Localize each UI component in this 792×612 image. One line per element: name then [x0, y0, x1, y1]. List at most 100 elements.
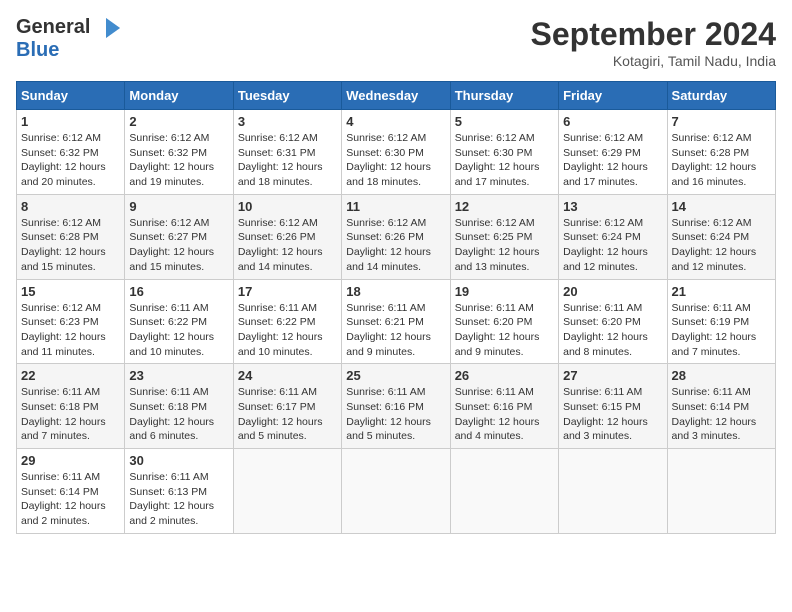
- day-info: Sunrise: 6:11 AMSunset: 6:16 PMDaylight:…: [346, 385, 445, 444]
- calendar-cell: 26 Sunrise: 6:11 AMSunset: 6:16 PMDayligh…: [450, 364, 558, 449]
- day-number: 5: [455, 114, 554, 129]
- day-number: 8: [21, 199, 120, 214]
- day-info: Sunrise: 6:11 AMSunset: 6:22 PMDaylight:…: [238, 301, 337, 360]
- day-number: 21: [672, 284, 771, 299]
- day-info: Sunrise: 6:12 AMSunset: 6:29 PMDaylight:…: [563, 131, 662, 190]
- day-info: Sunrise: 6:11 AMSunset: 6:13 PMDaylight:…: [129, 470, 228, 529]
- day-info: Sunrise: 6:11 AMSunset: 6:15 PMDaylight:…: [563, 385, 662, 444]
- day-info: Sunrise: 6:11 AMSunset: 6:20 PMDaylight:…: [455, 301, 554, 360]
- day-header-monday: Monday: [125, 82, 233, 110]
- day-info: Sunrise: 6:11 AMSunset: 6:18 PMDaylight:…: [129, 385, 228, 444]
- day-info: Sunrise: 6:11 AMSunset: 6:14 PMDaylight:…: [21, 470, 120, 529]
- day-info: Sunrise: 6:11 AMSunset: 6:21 PMDaylight:…: [346, 301, 445, 360]
- day-header-sunday: Sunday: [17, 82, 125, 110]
- calendar-cell: 11 Sunrise: 6:12 AMSunset: 6:26 PMDayligh…: [342, 194, 450, 279]
- calendar-cell: 13 Sunrise: 6:12 AMSunset: 6:24 PMDayligh…: [559, 194, 667, 279]
- day-number: 4: [346, 114, 445, 129]
- calendar-cell: [667, 449, 775, 534]
- calendar-cell: 29 Sunrise: 6:11 AMSunset: 6:14 PMDayligh…: [17, 449, 125, 534]
- day-info: Sunrise: 6:11 AMSunset: 6:14 PMDaylight:…: [672, 385, 771, 444]
- day-number: 1: [21, 114, 120, 129]
- day-info: Sunrise: 6:11 AMSunset: 6:18 PMDaylight:…: [21, 385, 120, 444]
- day-number: 27: [563, 368, 662, 383]
- calendar-week-3: 15 Sunrise: 6:12 AMSunset: 6:23 PMDayligh…: [17, 279, 776, 364]
- day-info: Sunrise: 6:11 AMSunset: 6:17 PMDaylight:…: [238, 385, 337, 444]
- day-info: Sunrise: 6:11 AMSunset: 6:22 PMDaylight:…: [129, 301, 228, 360]
- day-number: 3: [238, 114, 337, 129]
- calendar-cell: 12 Sunrise: 6:12 AMSunset: 6:25 PMDayligh…: [450, 194, 558, 279]
- day-number: 13: [563, 199, 662, 214]
- calendar-cell: 19 Sunrise: 6:11 AMSunset: 6:20 PMDayligh…: [450, 279, 558, 364]
- calendar-cell: 28Sunrise: 6:11 AMSunset: 6:14 PMDayligh…: [667, 364, 775, 449]
- day-number: 22: [21, 368, 120, 383]
- day-info: Sunrise: 6:12 AMSunset: 6:28 PMDaylight:…: [672, 131, 771, 190]
- day-info: Sunrise: 6:12 AMSunset: 6:28 PMDaylight:…: [21, 216, 120, 275]
- day-info: Sunrise: 6:12 AMSunset: 6:24 PMDaylight:…: [672, 216, 771, 275]
- day-number: 16: [129, 284, 228, 299]
- day-number: 30: [129, 453, 228, 468]
- day-number: 11: [346, 199, 445, 214]
- calendar-cell: 27 Sunrise: 6:11 AMSunset: 6:15 PMDayligh…: [559, 364, 667, 449]
- calendar-cell: 24Sunrise: 6:11 AMSunset: 6:17 PMDayligh…: [233, 364, 341, 449]
- location: Kotagiri, Tamil Nadu, India: [531, 53, 776, 69]
- calendar-week-4: 22 Sunrise: 6:11 AMSunset: 6:18 PMDayligh…: [17, 364, 776, 449]
- day-number: 14: [672, 199, 771, 214]
- logo: General Blue: [16, 16, 120, 62]
- calendar-cell: [450, 449, 558, 534]
- day-info: Sunrise: 6:12 AMSunset: 6:25 PMDaylight:…: [455, 216, 554, 275]
- day-number: 29: [21, 453, 120, 468]
- day-number: 18: [346, 284, 445, 299]
- calendar-cell: 3 Sunrise: 6:12 AMSunset: 6:31 PMDaylight…: [233, 110, 341, 195]
- day-number: 6: [563, 114, 662, 129]
- calendar-cell: 23 Sunrise: 6:11 AMSunset: 6:18 PMDayligh…: [125, 364, 233, 449]
- calendar-week-1: 1 Sunrise: 6:12 AMSunset: 6:32 PMDaylight…: [17, 110, 776, 195]
- day-info: Sunrise: 6:12 AMSunset: 6:24 PMDaylight:…: [563, 216, 662, 275]
- day-info: Sunrise: 6:11 AMSunset: 6:16 PMDaylight:…: [455, 385, 554, 444]
- day-info: Sunrise: 6:12 AMSunset: 6:30 PMDaylight:…: [346, 131, 445, 190]
- day-number: 19: [455, 284, 554, 299]
- calendar-week-5: 29 Sunrise: 6:11 AMSunset: 6:14 PMDayligh…: [17, 449, 776, 534]
- day-number: 12: [455, 199, 554, 214]
- logo-blue-text: Blue: [16, 39, 59, 61]
- day-info: Sunrise: 6:12 AMSunset: 6:26 PMDaylight:…: [346, 216, 445, 275]
- header-row: SundayMondayTuesdayWednesdayThursdayFrid…: [17, 82, 776, 110]
- month-title: September 2024: [531, 16, 776, 53]
- day-info: Sunrise: 6:12 AMSunset: 6:27 PMDaylight:…: [129, 216, 228, 275]
- calendar-cell: [342, 449, 450, 534]
- calendar-cell: [233, 449, 341, 534]
- day-number: 2: [129, 114, 228, 129]
- calendar-cell: 17Sunrise: 6:11 AMSunset: 6:22 PMDayligh…: [233, 279, 341, 364]
- day-info: Sunrise: 6:12 AMSunset: 6:31 PMDaylight:…: [238, 131, 337, 190]
- calendar-cell: 21 Sunrise: 6:11 AMSunset: 6:19 PMDayligh…: [667, 279, 775, 364]
- calendar-cell: 15 Sunrise: 6:12 AMSunset: 6:23 PMDayligh…: [17, 279, 125, 364]
- day-number: 9: [129, 199, 228, 214]
- logo-general-text: General: [16, 16, 90, 39]
- day-info: Sunrise: 6:11 AMSunset: 6:19 PMDaylight:…: [672, 301, 771, 360]
- calendar-cell: 10Sunrise: 6:12 AMSunset: 6:26 PMDayligh…: [233, 194, 341, 279]
- day-number: 23: [129, 368, 228, 383]
- calendar-cell: 2 Sunrise: 6:12 AMSunset: 6:32 PMDaylight…: [125, 110, 233, 195]
- day-header-thursday: Thursday: [450, 82, 558, 110]
- day-number: 26: [455, 368, 554, 383]
- calendar-cell: 1Sunrise: 6:12 AMSunset: 6:32 PMDaylight…: [17, 110, 125, 195]
- calendar-table: SundayMondayTuesdayWednesdayThursdayFrid…: [16, 81, 776, 534]
- day-info: Sunrise: 6:12 AMSunset: 6:30 PMDaylight:…: [455, 131, 554, 190]
- day-number: 7: [672, 114, 771, 129]
- day-number: 15: [21, 284, 120, 299]
- day-header-wednesday: Wednesday: [342, 82, 450, 110]
- day-info: Sunrise: 6:12 AMSunset: 6:23 PMDaylight:…: [21, 301, 120, 360]
- calendar-cell: 6 Sunrise: 6:12 AMSunset: 6:29 PMDaylight…: [559, 110, 667, 195]
- day-info: Sunrise: 6:11 AMSunset: 6:20 PMDaylight:…: [563, 301, 662, 360]
- calendar-cell: 18 Sunrise: 6:11 AMSunset: 6:21 PMDayligh…: [342, 279, 450, 364]
- calendar-cell: 9 Sunrise: 6:12 AMSunset: 6:27 PMDaylight…: [125, 194, 233, 279]
- day-header-friday: Friday: [559, 82, 667, 110]
- day-header-tuesday: Tuesday: [233, 82, 341, 110]
- calendar-cell: 4 Sunrise: 6:12 AMSunset: 6:30 PMDaylight…: [342, 110, 450, 195]
- title-block: September 2024 Kotagiri, Tamil Nadu, Ind…: [531, 16, 776, 69]
- calendar-week-2: 8 Sunrise: 6:12 AMSunset: 6:28 PMDaylight…: [17, 194, 776, 279]
- day-info: Sunrise: 6:12 AMSunset: 6:32 PMDaylight:…: [129, 131, 228, 190]
- day-info: Sunrise: 6:12 AMSunset: 6:26 PMDaylight:…: [238, 216, 337, 275]
- calendar-cell: 5 Sunrise: 6:12 AMSunset: 6:30 PMDaylight…: [450, 110, 558, 195]
- day-header-saturday: Saturday: [667, 82, 775, 110]
- calendar-cell: 16 Sunrise: 6:11 AMSunset: 6:22 PMDayligh…: [125, 279, 233, 364]
